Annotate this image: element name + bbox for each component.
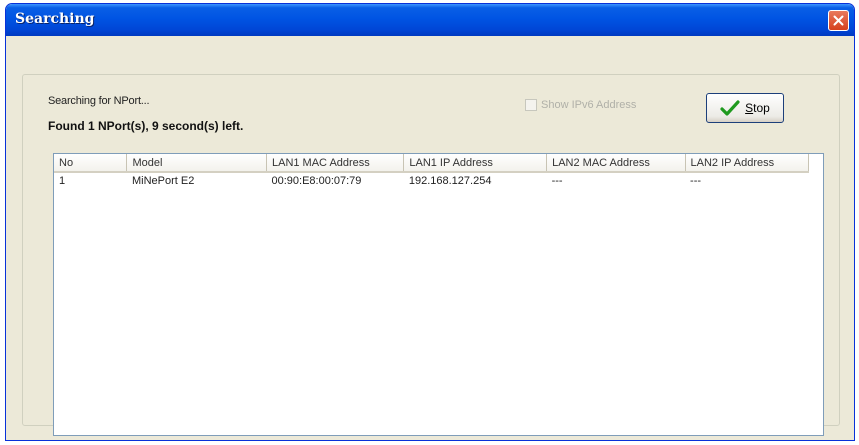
stop-button-label: Stop — [745, 101, 770, 115]
table-row[interactable]: 1 MiNePort E2 00:90:E8:00:07:79 192.168.… — [54, 172, 809, 189]
found-status: Found 1 NPort(s), 9 second(s) left. — [48, 119, 244, 133]
column-header-lan1-ip[interactable]: LAN1 IP Address — [403, 154, 548, 173]
show-ipv6-checkbox[interactable] — [525, 99, 537, 111]
window-title: Searching — [15, 11, 95, 27]
cell-lan1-mac: 00:90:E8:00:07:79 — [271, 175, 362, 187]
column-header-model[interactable]: Model — [126, 154, 267, 173]
stop-button[interactable]: Stop — [706, 93, 784, 123]
show-ipv6-option[interactable]: Show IPv6 Address — [525, 99, 636, 111]
close-icon — [833, 15, 844, 26]
device-list[interactable]: No Model LAN1 MAC Address LAN1 IP Addres… — [53, 153, 824, 436]
dialog-body: Searching for NPort... Found 1 NPort(s),… — [10, 36, 850, 436]
device-table: No Model LAN1 MAC Address LAN1 IP Addres… — [54, 154, 810, 189]
cell-model: MiNePort E2 — [131, 175, 195, 187]
title-bar[interactable]: Searching — [6, 4, 854, 36]
show-ipv6-label: Show IPv6 Address — [541, 99, 637, 111]
searching-status: Searching for NPort... — [48, 95, 150, 107]
table-header-row: No Model LAN1 MAC Address LAN1 IP Addres… — [54, 154, 810, 173]
cell-lan1-ip: 192.168.127.254 — [408, 175, 492, 187]
cell-lan2-mac: --- — [551, 175, 563, 187]
cell-lan2-ip: --- — [690, 175, 702, 187]
close-button[interactable] — [828, 10, 849, 31]
checkmark-icon — [720, 100, 740, 116]
column-header-lan1-mac[interactable]: LAN1 MAC Address — [266, 154, 405, 173]
searching-dialog: Searching Searching for NPort... Found 1… — [5, 3, 855, 441]
column-header-no[interactable]: No — [54, 154, 128, 173]
cell-no: 1 — [59, 175, 66, 187]
column-header-lan2-mac[interactable]: LAN2 MAC Address — [546, 154, 686, 173]
column-header-lan2-ip[interactable]: LAN2 IP Address — [685, 154, 810, 173]
